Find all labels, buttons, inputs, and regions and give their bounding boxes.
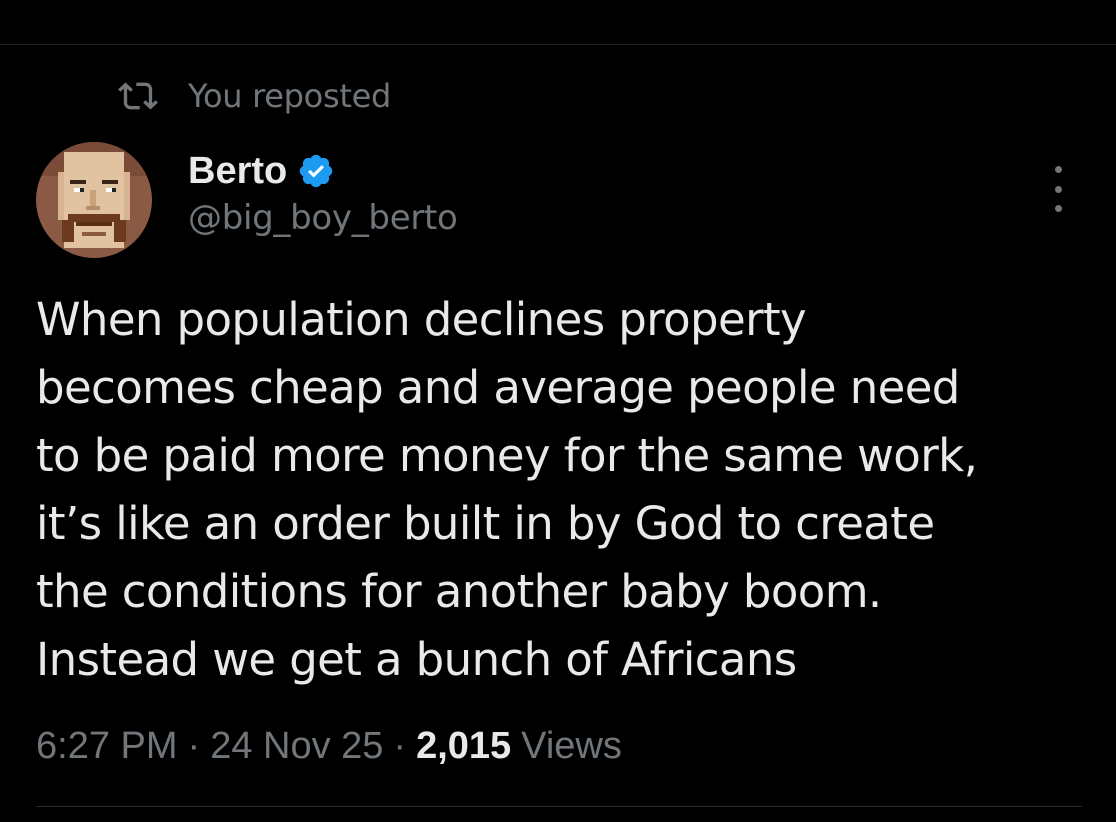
author-display-name[interactable]: Berto — [188, 150, 287, 193]
tweet-text: When population declines property become… — [36, 293, 978, 686]
repost-label: You reposted — [188, 77, 391, 115]
views-label: Views — [521, 724, 622, 767]
author-name-row[interactable]: Berto — [188, 148, 335, 194]
top-divider — [0, 44, 1116, 45]
views-count[interactable]: 2,015 — [416, 725, 511, 768]
repost-indicator[interactable]: You reposted — [118, 74, 391, 118]
separator-dot: · — [393, 724, 407, 767]
author-handle[interactable]: @big_boy_berto — [188, 198, 458, 238]
more-options-icon[interactable] — [1040, 166, 1076, 212]
separator-dot: · — [187, 724, 201, 767]
verified-badge-icon — [297, 152, 335, 190]
repost-icon — [118, 76, 158, 116]
tweet-date[interactable]: 24 Nov 25 — [210, 725, 383, 768]
bottom-divider — [36, 806, 1082, 807]
tweet-time[interactable]: 6:27 PM — [36, 725, 178, 768]
avatar[interactable] — [36, 142, 152, 258]
tweet-metadata: 6:27 PM · 24 Nov 25 · 2,015 Views — [36, 720, 622, 772]
